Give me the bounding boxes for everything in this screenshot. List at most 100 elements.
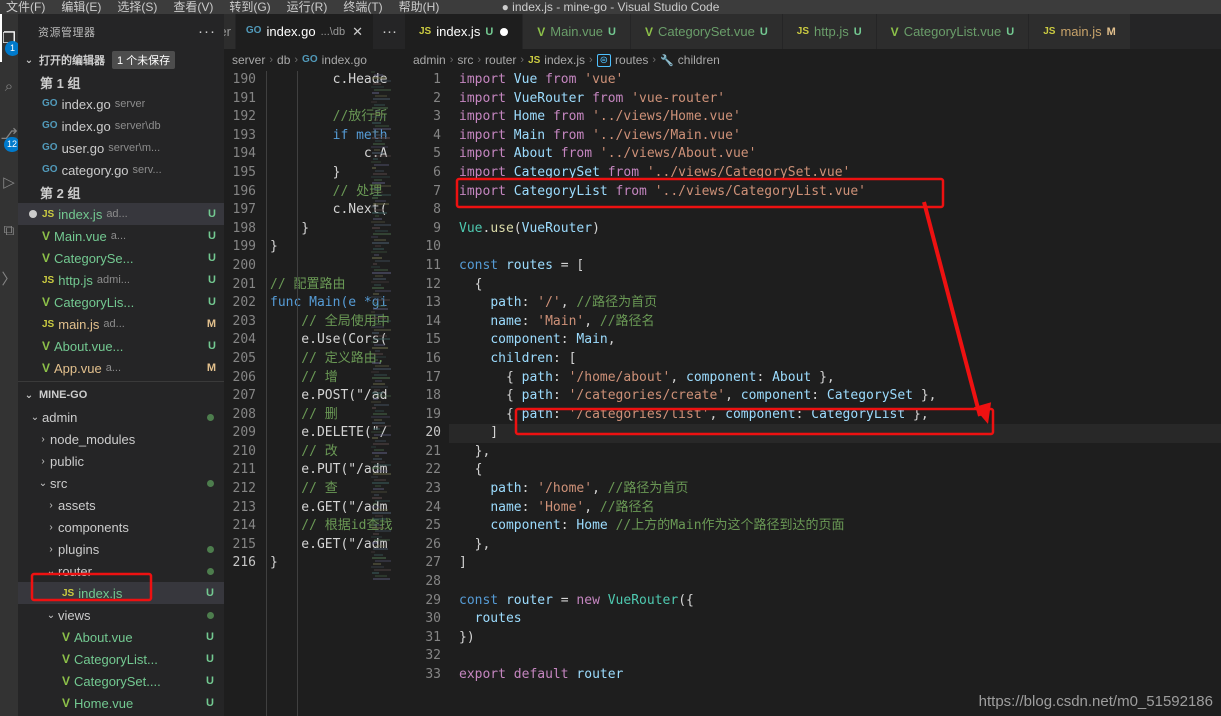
tree-folder-node_modules[interactable]: › node_modules <box>18 428 224 450</box>
token: default <box>513 667 569 682</box>
chevron-down-icon: ⌄ <box>24 389 34 401</box>
token: component <box>725 406 796 422</box>
breadcrumb-item[interactable]: routes <box>615 53 648 67</box>
tab-CategoryList.vue[interactable]: V CategoryList.vue U <box>876 14 1030 49</box>
menu-item-3[interactable]: 查看(V) <box>173 1 213 14</box>
breadcrumb-item[interactable]: admin <box>413 53 446 67</box>
minimap-left[interactable] <box>371 71 391 716</box>
js-icon: JS <box>1043 26 1056 37</box>
minimap-line <box>373 323 381 325</box>
file-name: main.js <box>58 316 100 332</box>
tree-file-CategoryList...[interactable]: V CategoryList... U <box>18 648 224 670</box>
open-editor-item[interactable]: GO user.go server\m... <box>18 137 224 159</box>
minimap-line <box>374 419 382 421</box>
tree-file-CategorySet....[interactable]: V CategorySet.... U <box>18 670 224 692</box>
workspace-header[interactable]: ⌄ MINE-GO <box>18 384 224 406</box>
token: , <box>725 388 741 404</box>
menu-item-4[interactable]: 转到(G) <box>229 1 270 14</box>
minimap-line <box>371 401 381 403</box>
menu-item-6[interactable]: 终端(T) <box>343 1 382 14</box>
activity-bar[interactable]: ❐ 1 ⌕ ⎇ 12 ▷ ⧉ 〉 <box>0 14 18 716</box>
open-editor-item[interactable]: V App.vue a... M <box>18 357 224 379</box>
vue-icon: V <box>42 295 51 309</box>
tab-http.js[interactable]: JS http.js U <box>782 14 877 49</box>
tab-Main.vue[interactable]: V Main.vue U <box>523 14 631 49</box>
activity-run-debug-icon[interactable]: ▷ <box>0 158 18 206</box>
menu-item-7[interactable]: 帮助(H) <box>399 1 440 14</box>
tab-actions-more-icon[interactable]: ··· <box>374 14 405 49</box>
breadcrumb-item[interactable]: index.go <box>322 53 367 67</box>
menu-bar[interactable]: 文件(F) 编辑(E) 选择(S) 查看(V) 转到(G) 运行(R) 终端(T) 帮助(H) <box>0 1 439 14</box>
breadcrumb-left[interactable]: server › db › GO index.go <box>224 49 405 71</box>
file-path: serv... <box>132 164 162 176</box>
tree-folder-plugins[interactable]: › plugins <box>18 538 224 560</box>
tab-sublabel: ...\db <box>320 25 346 38</box>
tab-bar-left[interactable]: er GO index.go ...\db ✕ ··· <box>224 14 405 49</box>
tree-file-Home.vue[interactable]: V Home.vue U <box>18 692 224 714</box>
code-area-right[interactable]: 1 2 3 4 5 6 7 8 9 10 11 12 13 14 15 16 17 18 19 20 21 22 23 24 2… <box>405 71 1221 716</box>
tree-folder-router[interactable]: ⌄ router <box>18 560 224 582</box>
menu-item-0[interactable]: 文件(F) <box>6 1 45 14</box>
tree-folder-admin[interactable]: ⌄ admin <box>18 406 224 428</box>
breadcrumb-item[interactable]: server <box>232 53 265 67</box>
close-icon[interactable]: ✕ <box>352 24 363 40</box>
menu-item-2[interactable]: 选择(S) <box>117 1 157 14</box>
activity-source-control-icon[interactable]: ⎇ 12 <box>0 110 18 158</box>
line-number: 19 <box>425 406 441 422</box>
tree-folder-public[interactable]: › public <box>18 450 224 472</box>
menu-item-5[interactable]: 运行(R) <box>287 1 328 14</box>
minimap-line <box>375 545 385 547</box>
vue-icon: V <box>644 24 653 39</box>
scrollbar-left[interactable] <box>391 71 405 716</box>
unsaved-dot-slot <box>18 210 38 218</box>
tree-folder-assets[interactable]: › assets <box>18 494 224 516</box>
menu-item-1[interactable]: 编辑(E) <box>61 1 101 14</box>
tab-index.go[interactable]: GO index.go ...\db ✕ <box>235 14 374 49</box>
activity-remote-icon[interactable]: 〉 <box>0 254 18 302</box>
code-line: }, <box>449 536 1221 555</box>
open-editor-item[interactable]: JS main.js ad... M <box>18 313 224 335</box>
open-editor-item[interactable]: V CategoryLis... U <box>18 291 224 313</box>
minimap-line <box>375 350 380 352</box>
explorer-more-icon[interactable]: ··· <box>198 23 216 40</box>
open-editor-item[interactable]: GO category.go serv... <box>18 159 224 181</box>
open-editor-item[interactable]: V Main.vue a... U <box>18 225 224 247</box>
breadcrumb-item[interactable]: db <box>277 53 290 67</box>
tree-folder-components[interactable]: › components <box>18 516 224 538</box>
breadcrumb-item[interactable]: src <box>457 53 473 67</box>
open-editor-item[interactable]: JS http.js admi... U <box>18 269 224 291</box>
open-editor-item[interactable]: V About.vue... U <box>18 335 224 357</box>
tab-main.js[interactable]: JS main.js M <box>1029 14 1131 49</box>
token: const <box>459 592 499 608</box>
tree-folder-views[interactable]: ⌄ views <box>18 604 224 626</box>
minimap-line <box>375 170 384 172</box>
tree-file-About.vue[interactable]: V About.vue U <box>18 626 224 648</box>
tab-index.js[interactable]: JS index.js U <box>405 14 524 49</box>
code-lines-right[interactable]: import Vue from 'vue' import VueRouter fr… <box>449 71 1221 716</box>
breadcrumb-item[interactable]: index.js <box>544 53 585 67</box>
activity-explorer-icon[interactable]: ❐ 1 <box>0 14 18 62</box>
minimap-line <box>375 200 386 202</box>
minimap-line <box>373 353 383 355</box>
tree-file-index.js[interactable]: JS index.js U <box>18 582 224 604</box>
tab-unsaved-dot-icon[interactable] <box>500 27 509 36</box>
breadcrumb-item[interactable]: router <box>485 53 516 67</box>
breadcrumb-right[interactable]: admin › src › router › JS index.js › ⊜ routes › 🔧 chi… <box>405 49 1221 71</box>
open-editor-item[interactable]: GO index.go server <box>18 93 224 115</box>
minimap-line <box>371 386 388 388</box>
tab-CategorySet.vue[interactable]: V CategorySet.vue U <box>630 14 783 49</box>
breadcrumb-item[interactable]: children <box>678 53 720 67</box>
open-editor-item[interactable]: V CategorySe... U <box>18 247 224 269</box>
tab-bar-right[interactable]: JS index.js U V Main.vue U V CategorySet.vue U JS… <box>405 14 1221 49</box>
activity-search-icon[interactable]: ⌕ <box>0 62 18 110</box>
tree-folder-src[interactable]: ⌄ src <box>18 472 224 494</box>
open-editors-header[interactable]: ⌄ 打开的编辑器 1 个未保存 <box>18 49 224 71</box>
open-editor-item[interactable]: JS index.js ad... U <box>18 203 224 225</box>
watermark-text: https://blog.csdn.net/m0_51592186 <box>978 693 1213 710</box>
activity-extensions-icon[interactable]: ⧉ <box>0 206 18 254</box>
tab-er[interactable]: er <box>224 14 236 49</box>
code-area-left[interactable]: 190 191 192 193 194 195 196 197 198 199 200 201 202 2… <box>224 71 405 716</box>
minimap-line <box>373 548 388 550</box>
open-editor-item[interactable]: GO index.go server\db <box>18 115 224 137</box>
